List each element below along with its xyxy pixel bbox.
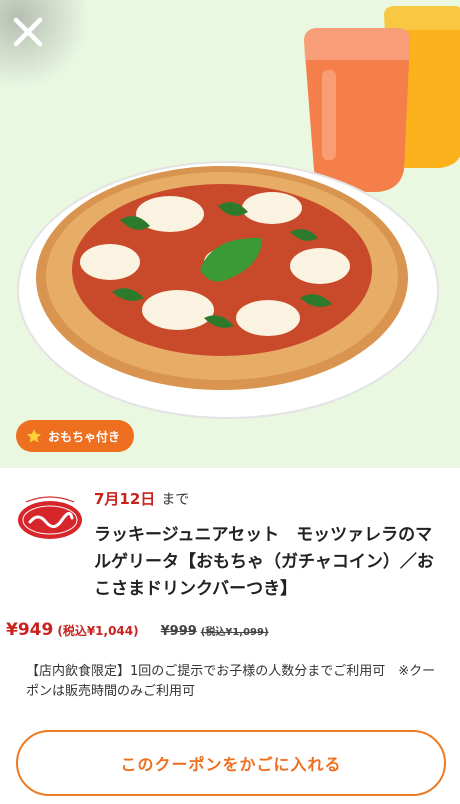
original-price-tax: (税込¥1,099) <box>200 627 269 638</box>
toy-badge-label: おもちゃ付き <box>48 429 121 444</box>
original-price: ¥999 <box>160 624 197 639</box>
coupon-title: ラッキージュニアセット モッツァレラのマルゲリータ【おもちゃ（ガチャコイン）／お… <box>94 525 434 599</box>
close-button[interactable] <box>8 12 48 52</box>
toy-included-badge: おもちゃ付き <box>16 420 135 452</box>
deadline: 7月12日 まで <box>94 488 189 509</box>
price: ¥949 <box>6 620 54 640</box>
deadline-suffix: まで <box>161 492 190 508</box>
price-row: ¥949 (税込¥1,044) ¥999 (税込¥1,099) <box>6 620 269 640</box>
hero-image <box>0 0 460 468</box>
close-icon <box>13 17 43 47</box>
jonathan-logo <box>16 494 84 542</box>
drink-glasses <box>304 6 460 192</box>
price-tax: (税込¥1,044) <box>57 624 139 638</box>
add-to-cart-button[interactable]: このクーポンをかごに入れる <box>16 730 446 796</box>
deadline-date: 7月12日 <box>94 490 156 508</box>
coupon-note: 【店内飲食限定】1回のご提示でお子様の人数分までご利用可 ※クーポンは販売時間の… <box>26 664 436 699</box>
star-icon <box>26 429 42 443</box>
